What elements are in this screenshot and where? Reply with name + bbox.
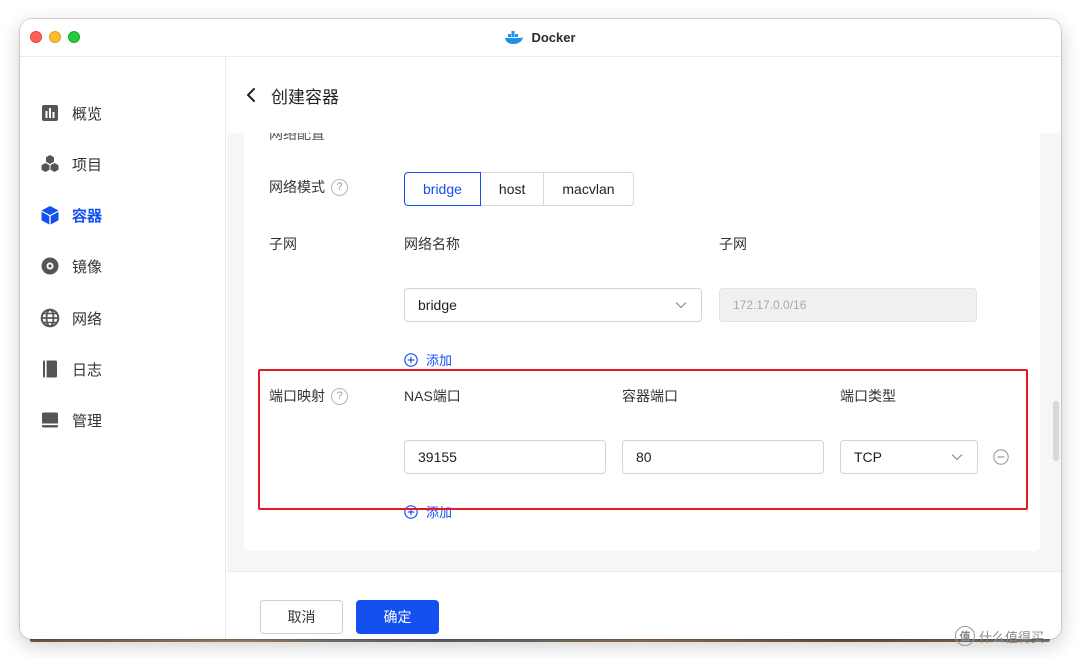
subnet-label: 子网 bbox=[269, 236, 297, 252]
container-port-header: 容器端口 bbox=[622, 388, 678, 404]
title-bar: Docker bbox=[20, 19, 1061, 57]
network-name-select[interactable]: bridge bbox=[404, 288, 702, 322]
port-type-header: 端口类型 bbox=[840, 388, 896, 404]
plus-circle-icon bbox=[404, 352, 418, 367]
page-title: 创建容器 bbox=[271, 87, 339, 107]
container-icon bbox=[41, 206, 59, 225]
container-port-value: 80 bbox=[636, 449, 652, 465]
container-port-input[interactable]: 80 bbox=[622, 440, 824, 474]
watermark: 值 什么值得买 bbox=[955, 626, 1044, 646]
scrollbar[interactable] bbox=[1053, 401, 1059, 461]
sidebar-item-project[interactable]: 项目 bbox=[40, 152, 102, 176]
globe-icon bbox=[40, 308, 60, 328]
subnet-value: 172.17.0.0/16 bbox=[733, 298, 807, 312]
watermark-logo-icon: 值 bbox=[955, 626, 975, 646]
window-controls bbox=[30, 31, 80, 43]
log-icon bbox=[43, 360, 57, 378]
sidebar-item-label: 概览 bbox=[72, 105, 103, 123]
network-mode-option-host[interactable]: host bbox=[479, 172, 545, 206]
sidebar-item-label: 管理 bbox=[72, 412, 103, 430]
network-mode-option-macvlan[interactable]: macvlan bbox=[543, 172, 634, 206]
minimize-window-button[interactable] bbox=[49, 31, 61, 43]
sidebar-item-log[interactable]: 日志 bbox=[40, 357, 102, 381]
port-mapping-label: 端口映射 ? bbox=[269, 386, 348, 406]
add-label: 添加 bbox=[426, 505, 453, 520]
subnet-header: 子网 bbox=[719, 236, 747, 252]
sidebar-item-overview[interactable]: 概览 bbox=[40, 101, 102, 125]
sidebar-item-network[interactable]: 网络 bbox=[40, 306, 102, 330]
form-card: 网络配置 网络模式 ? bridge host macvlan 子网 网络名称 … bbox=[244, 133, 1040, 551]
sidebar-item-label: 项目 bbox=[72, 156, 103, 174]
subnet-field: 172.17.0.0/16 bbox=[719, 288, 977, 322]
overview-icon bbox=[42, 105, 58, 121]
network-mode-label: 网络模式 ? bbox=[269, 177, 348, 197]
section-label: 网络配置 bbox=[269, 133, 325, 142]
chevron-down-icon bbox=[675, 302, 687, 309]
app-window: Docker 概览 项目 容器 镜像 网络 日志 管理 创建容器 网络配置 网络… bbox=[20, 19, 1061, 639]
maximize-window-button[interactable] bbox=[68, 31, 80, 43]
nas-port-value: 39155 bbox=[418, 449, 457, 465]
sidebar-item-label: 容器 bbox=[72, 207, 103, 225]
network-name-header: 网络名称 bbox=[404, 236, 460, 252]
help-icon[interactable]: ? bbox=[331, 178, 348, 196]
project-icon bbox=[41, 155, 59, 172]
help-icon[interactable]: ? bbox=[331, 387, 348, 405]
window-title: Docker bbox=[531, 30, 576, 45]
main-content: 创建容器 网络配置 网络模式 ? bridge host macvlan 子网 … bbox=[227, 57, 1061, 639]
sidebar: 概览 项目 容器 镜像 网络 日志 管理 bbox=[20, 57, 226, 639]
add-network-button[interactable]: 添加 bbox=[404, 350, 452, 369]
network-name-value: bridge bbox=[418, 297, 457, 313]
remove-port-mapping-icon[interactable] bbox=[993, 449, 1009, 465]
cancel-button[interactable]: 取消 bbox=[260, 600, 343, 634]
image-icon bbox=[41, 257, 59, 275]
confirm-button[interactable]: 确定 bbox=[356, 600, 439, 634]
sidebar-item-label: 网络 bbox=[72, 310, 103, 328]
add-label: 添加 bbox=[426, 353, 453, 368]
nas-port-header: NAS端口 bbox=[404, 388, 461, 404]
sidebar-item-container[interactable]: 容器 bbox=[40, 203, 102, 227]
sidebar-item-image[interactable]: 镜像 bbox=[40, 254, 102, 278]
chevron-down-icon bbox=[951, 454, 963, 461]
network-mode-segmented-control: bridge host macvlan bbox=[404, 172, 634, 206]
form-footer: 取消 确定 bbox=[227, 571, 1061, 639]
port-mapping-label-text: 端口映射 bbox=[269, 388, 325, 404]
manage-icon bbox=[42, 412, 58, 428]
page-header: 创建容器 bbox=[227, 57, 1061, 133]
back-arrow-icon[interactable] bbox=[243, 87, 259, 103]
port-type-value: TCP bbox=[854, 449, 882, 465]
sidebar-item-label: 镜像 bbox=[72, 258, 103, 276]
watermark-text: 什么值得买 bbox=[979, 629, 1045, 645]
plus-circle-icon bbox=[404, 504, 418, 519]
port-type-select[interactable]: TCP bbox=[840, 440, 978, 474]
network-mode-option-bridge[interactable]: bridge bbox=[404, 172, 481, 206]
nas-port-input[interactable]: 39155 bbox=[404, 440, 606, 474]
sidebar-item-label: 日志 bbox=[72, 361, 103, 379]
close-window-button[interactable] bbox=[30, 31, 42, 43]
sidebar-item-manage[interactable]: 管理 bbox=[40, 408, 102, 432]
docker-logo-icon bbox=[505, 30, 524, 44]
network-mode-label-text: 网络模式 bbox=[269, 179, 325, 195]
add-port-mapping-button[interactable]: 添加 bbox=[404, 502, 452, 521]
